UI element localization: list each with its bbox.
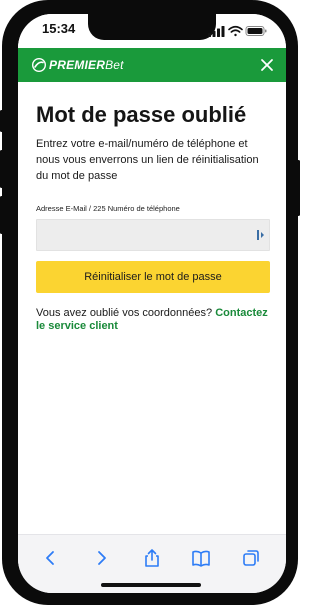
forward-icon[interactable] <box>90 547 112 569</box>
battery-icon <box>245 26 267 36</box>
help-question: Vous avez oublié vos coordonnées? <box>36 307 213 319</box>
autofill-key-icon[interactable] <box>256 229 266 241</box>
email-phone-input[interactable] <box>36 219 270 251</box>
browser-toolbar <box>18 534 286 593</box>
logo-text: PREMIERBet <box>49 58 124 72</box>
phone-frame: 15:34 PREMIERBet Mot de passe oublié Ent… <box>0 0 300 605</box>
premierbet-logo[interactable]: PREMIERBet <box>32 56 124 74</box>
bookmarks-icon[interactable] <box>190 547 212 569</box>
screen: 15:34 PREMIERBet Mot de passe oublié Ent… <box>18 14 286 593</box>
status-bar: 15:34 <box>18 14 286 48</box>
site-header: PREMIERBet <box>18 48 286 82</box>
email-phone-field[interactable] <box>37 220 253 248</box>
power-button <box>297 160 300 216</box>
help-text: Vous avez oublié vos coordonnées? Contac… <box>36 307 272 333</box>
home-indicator <box>101 583 201 587</box>
field-label: Adresse E-Mail / 225 Numéro de téléphone <box>36 204 180 213</box>
forgot-password-form: Mot de passe oublié Entrez votre e-mail/… <box>36 102 272 333</box>
back-icon[interactable] <box>40 547 62 569</box>
wifi-icon <box>228 25 243 37</box>
signal-icon <box>208 26 225 37</box>
logo-swoosh-icon <box>32 58 46 72</box>
notch <box>88 14 216 40</box>
volume-down-button <box>0 196 3 234</box>
close-icon[interactable] <box>258 56 276 74</box>
status-icons <box>208 25 267 37</box>
mute-switch <box>0 110 3 132</box>
share-icon[interactable] <box>141 547 163 569</box>
page-title: Mot de passe oublié <box>36 102 247 127</box>
tabs-icon[interactable] <box>240 547 262 569</box>
status-time: 15:34 <box>42 21 76 36</box>
reset-password-button[interactable]: Réinitialiser le mot de passe <box>36 261 270 293</box>
page-description: Entrez votre e-mail/numéro de téléphone … <box>36 138 259 182</box>
volume-up-button <box>0 150 3 188</box>
